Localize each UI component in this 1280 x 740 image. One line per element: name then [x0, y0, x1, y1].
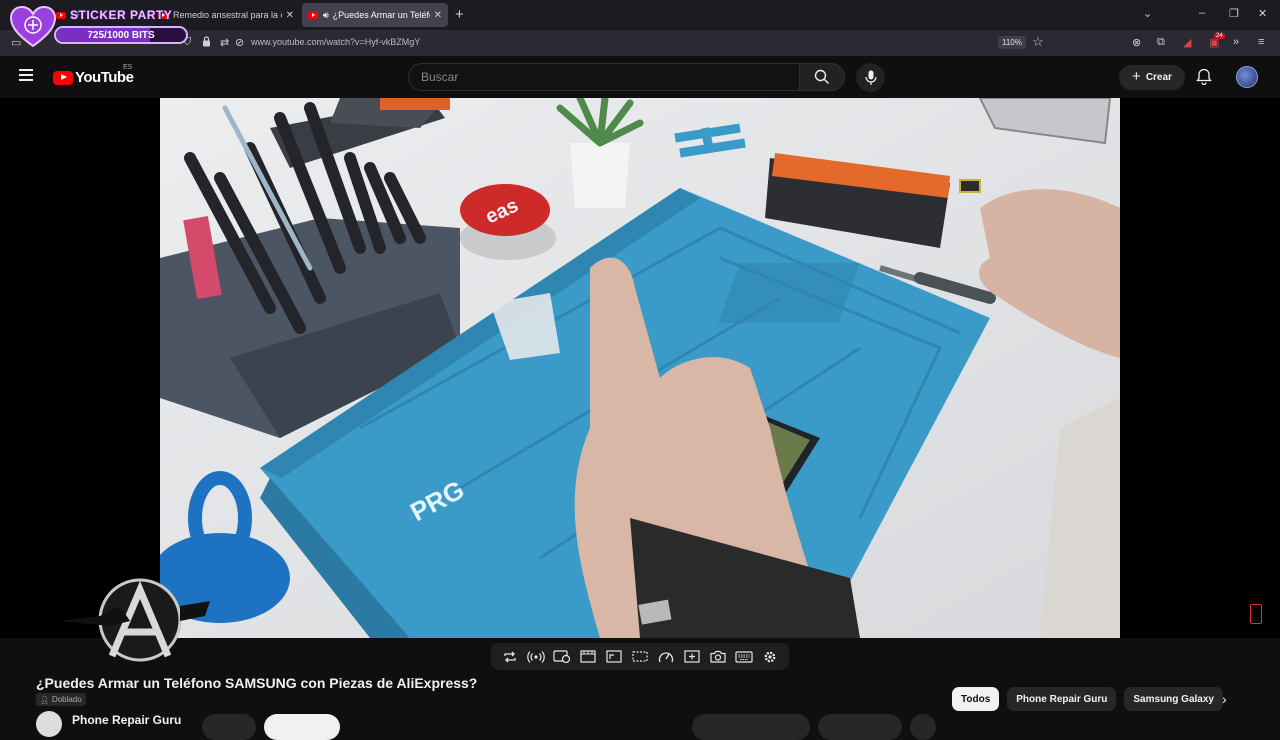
expand-player-icon[interactable]	[605, 649, 623, 665]
close-window-icon[interactable]: ✕	[1258, 7, 1267, 20]
adblock-icon[interactable]: ⊗	[1132, 36, 1141, 49]
broadcast-icon[interactable]	[527, 649, 545, 665]
video-player[interactable]: eas PRG	[0, 98, 1280, 638]
video-watch-icon[interactable]	[553, 649, 571, 665]
channel-watermark-logo	[60, 578, 210, 662]
new-tab-icon[interactable]: +	[455, 6, 464, 23]
bits-count: 725/1000 BITS	[87, 30, 155, 41]
channel-row: Phone Repair Guru	[36, 711, 976, 740]
zoom-level[interactable]: 110%	[998, 36, 1026, 49]
chevron-right-icon[interactable]: ›	[1222, 691, 1227, 707]
speaker-icon[interactable]: 🔊︎	[323, 10, 329, 21]
phone-outline-icon	[1250, 604, 1262, 624]
chip-todos[interactable]: Todos	[952, 687, 1000, 711]
more-actions-button[interactable]	[910, 714, 936, 740]
sticker-party-overlay: STICKER PARTY 725/1000 BITS	[10, 6, 190, 48]
lock-icon[interactable]	[202, 36, 211, 50]
add-frame-icon[interactable]	[683, 649, 701, 665]
autoplay-blocked-icon[interactable]: ⊘	[235, 36, 244, 49]
person-icon: 👤︎	[40, 696, 49, 704]
subscribe-button[interactable]	[264, 714, 340, 740]
player-enhancer-toolbar	[491, 643, 789, 670]
loop-icon[interactable]	[501, 649, 519, 665]
youtube-play-icon	[53, 70, 73, 85]
share-button[interactable]	[818, 714, 902, 740]
permissions-icon[interactable]: ⇄	[220, 36, 229, 49]
speed-gauge-icon[interactable]	[657, 649, 675, 665]
youtube-logo[interactable]: YouTube ES	[53, 64, 134, 86]
extension-badge: 24	[1214, 33, 1225, 39]
overflow-chevrons-icon[interactable]: »	[1233, 36, 1239, 48]
like-dislike-button[interactable]	[692, 714, 810, 740]
search-box	[408, 63, 800, 91]
video-scene-illustration: eas PRG	[160, 98, 1120, 638]
youtube-header: YouTube ES + Crear	[0, 56, 1280, 98]
channel-avatar[interactable]	[36, 711, 62, 737]
chip-samsung-galaxy[interactable]: Samsung Galaxy	[1124, 687, 1223, 711]
theater-mode-icon[interactable]	[631, 649, 649, 665]
keyboard-icon[interactable]	[735, 649, 753, 665]
video-frame[interactable]: eas PRG	[160, 98, 1120, 638]
dubbed-badge: 👤︎ Doblado	[36, 693, 86, 706]
channel-name[interactable]: Phone Repair Guru	[72, 713, 181, 727]
account-avatar[interactable]	[1236, 66, 1258, 88]
extensions-puzzle-icon[interactable]: ⧉	[1157, 36, 1165, 49]
browser-tab-strip: El Remedio ansestral para la cruda ✕ 🔊︎ …	[0, 0, 1280, 30]
cinema-icon[interactable]	[579, 649, 597, 665]
guide-menu-icon[interactable]	[19, 69, 33, 81]
heart-icon	[10, 6, 56, 48]
search-icon	[814, 69, 829, 84]
microphone-icon	[864, 70, 877, 85]
browser-tab-active[interactable]: 🔊︎ ¿Puedes Armar un Teléfono ✕	[302, 3, 448, 27]
video-title: ¿Puedes Armar un Teléfono SAMSUNG con Pi…	[36, 675, 478, 691]
menu-icon[interactable]: ≡	[1258, 36, 1264, 48]
search-button[interactable]	[799, 63, 845, 91]
create-button[interactable]: + Crear	[1119, 65, 1185, 90]
search-input[interactable]	[409, 64, 799, 90]
youtube-favicon-icon	[308, 11, 318, 19]
browser-nav-bar: ▭ ⛉ ⇄ ⊘ www.youtube.com/watch?v=Hyf-vkBZ…	[0, 30, 1280, 56]
maximize-icon[interactable]: ❐	[1229, 7, 1239, 20]
notifications-bell-icon[interactable]	[1196, 68, 1212, 85]
tab-close-icon[interactable]: ✕	[286, 10, 294, 21]
sticker-title: STICKER PARTY	[70, 8, 173, 22]
join-button[interactable]	[202, 714, 256, 740]
voice-search-button[interactable]	[856, 63, 885, 92]
settings-gear-icon[interactable]	[761, 649, 779, 665]
url-field[interactable]: www.youtube.com/watch?v=Hyf-vkBZMgY	[251, 37, 420, 47]
bits-progress-bar: 725/1000 BITS	[54, 26, 188, 44]
plus-icon: +	[1132, 68, 1141, 85]
minimize-icon[interactable]: –	[1199, 7, 1205, 19]
screenshot-camera-icon[interactable]	[709, 649, 727, 665]
tab-list-chevron-icon[interactable]: ⌄	[1143, 7, 1152, 20]
related-filter-chips: Todos Phone Repair Guru Samsung Galaxy	[952, 687, 1223, 711]
bookmark-star-icon[interactable]: ☆	[1032, 34, 1044, 50]
tab-close-icon[interactable]: ✕	[434, 10, 442, 21]
chip-phone-repair-guru[interactable]: Phone Repair Guru	[1007, 687, 1117, 711]
extension-icon[interactable]: ◢	[1183, 36, 1191, 49]
